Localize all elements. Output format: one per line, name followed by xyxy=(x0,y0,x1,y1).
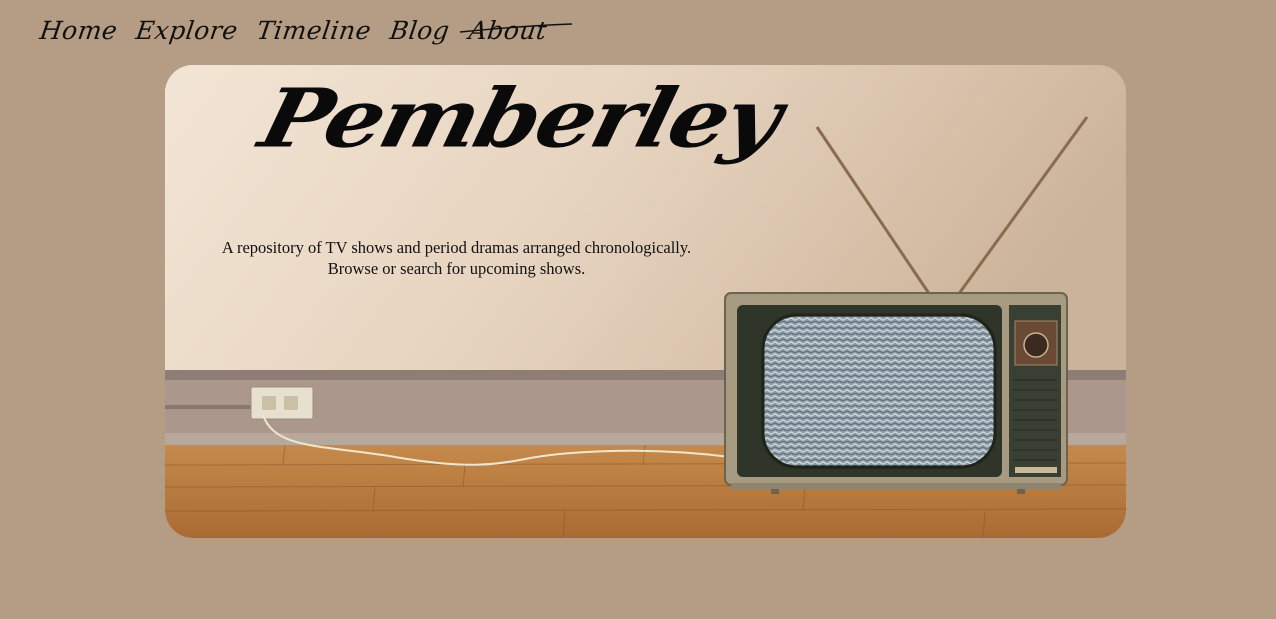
nav-link-explore[interactable]: Explore xyxy=(134,14,240,48)
page: Home Explore Timeline Blog About Pemberl… xyxy=(0,0,1276,619)
hero-description-line-1: A repository of TV shows and period dram… xyxy=(221,238,692,257)
hero-banner: Pemberley A repository of TV shows and p… xyxy=(165,65,1126,538)
hero-title: Pemberley xyxy=(251,70,789,166)
hero-description: A repository of TV shows and period dram… xyxy=(205,237,708,279)
hero-description-line-2: Browse or search for upcoming shows. xyxy=(327,259,586,278)
nav-flourish xyxy=(459,23,573,33)
nav-link-timeline[interactable]: Timeline xyxy=(255,14,374,48)
nav-link-home[interactable]: Home xyxy=(38,14,120,48)
